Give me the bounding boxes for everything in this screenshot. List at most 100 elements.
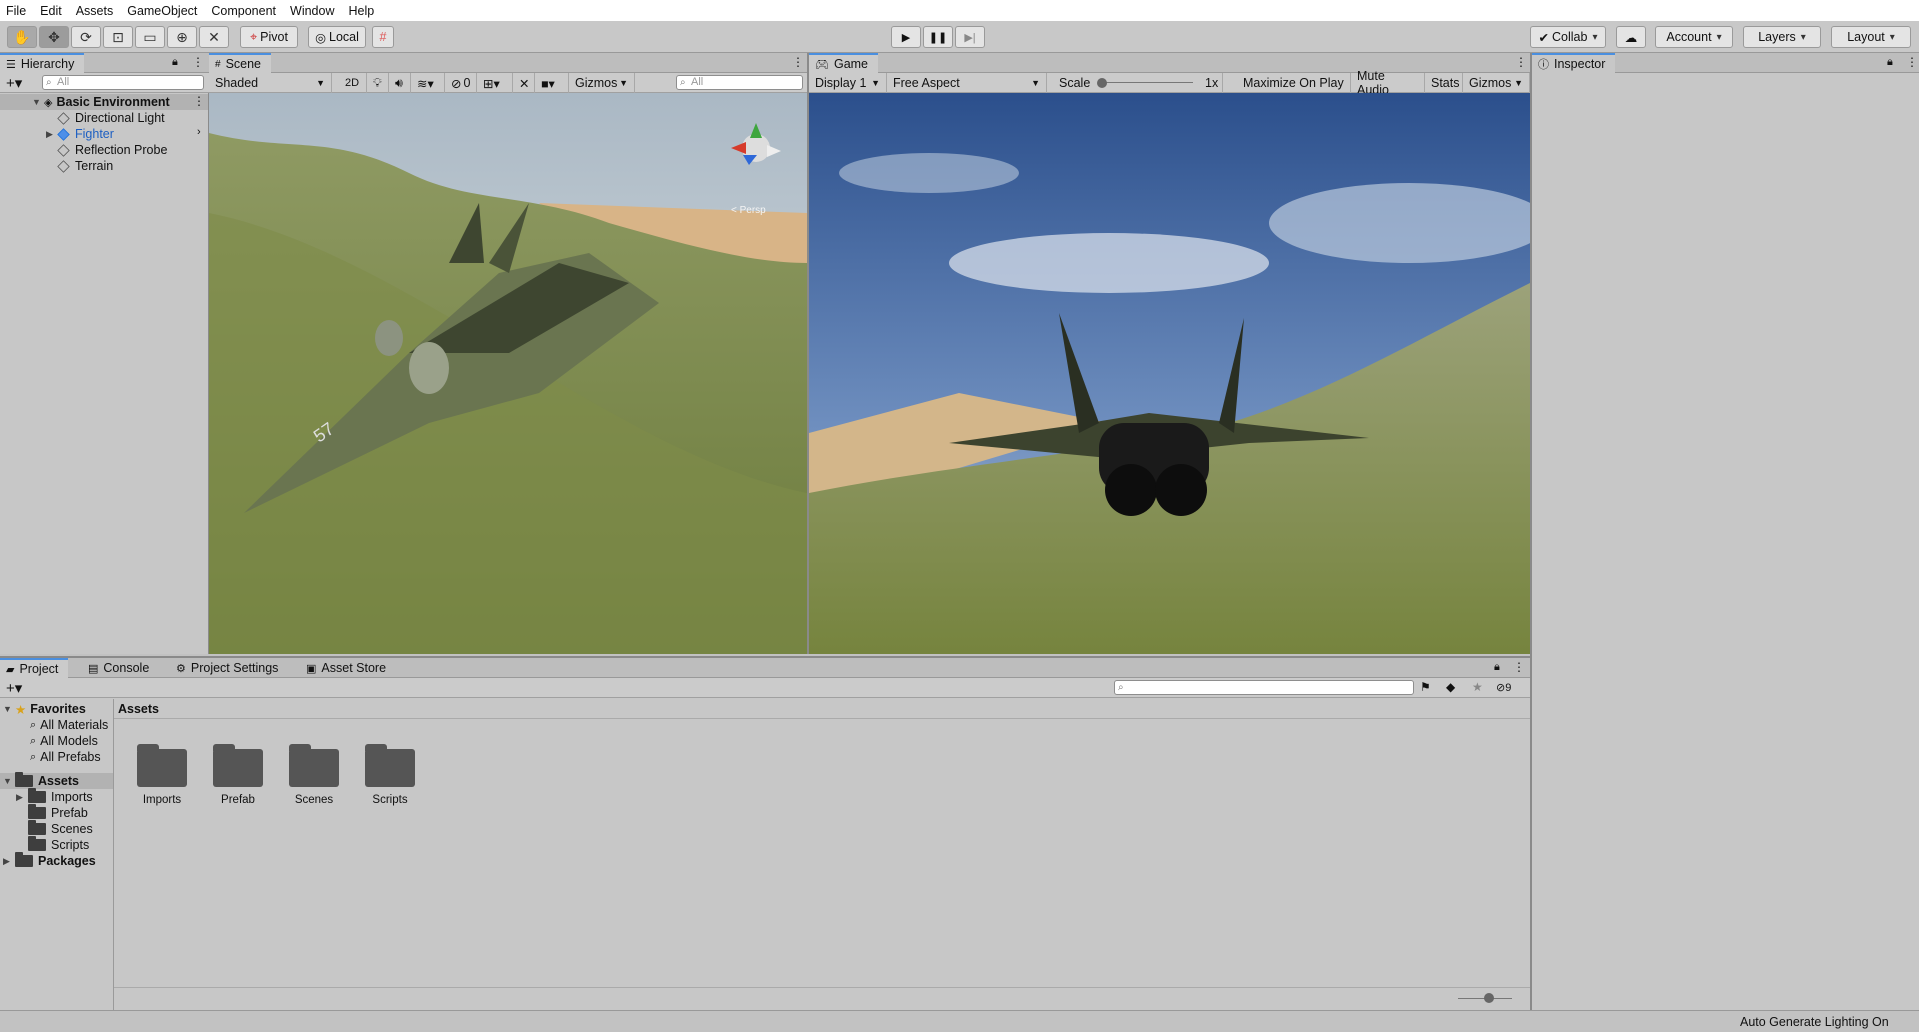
menu-file[interactable]: File	[6, 4, 26, 18]
account-dropdown[interactable]: Account	[1655, 26, 1733, 48]
breadcrumb-assets[interactable]: Assets	[118, 702, 159, 716]
dropdown-arrow-icon: ▼	[1514, 78, 1523, 88]
lock-icon[interactable]: 🔒︎	[172, 56, 178, 69]
tree-folder-scenes[interactable]: Scenes	[28, 820, 93, 837]
pause-button[interactable]: ❚❚	[923, 26, 953, 48]
scale-tool-button[interactable]: ⊡	[103, 26, 133, 48]
transform-tool-button[interactable]: ⊕	[167, 26, 197, 48]
favorite-all-models[interactable]: ⌕ All Models	[30, 733, 98, 749]
hidden-count: 0	[463, 76, 471, 90]
move-tool-button[interactable]: ✥	[39, 26, 69, 48]
menu-help[interactable]: Help	[348, 4, 374, 18]
tab-project-settings[interactable]: ⚙ Project Settings	[170, 658, 288, 678]
gameobject-icon	[57, 143, 70, 157]
tree-folder-imports[interactable]: ▶ Imports	[16, 788, 93, 805]
more-menu-icon[interactable]: ⋮	[792, 55, 804, 69]
tab-console[interactable]: ▤ Console	[82, 658, 159, 678]
cloud-button[interactable]: ☁	[1616, 26, 1646, 48]
more-menu-icon[interactable]: ⋮	[192, 55, 204, 69]
collab-dropdown[interactable]: ✔ Collab	[1530, 26, 1606, 48]
camera-dropdown[interactable]: ■▾	[535, 73, 569, 93]
menu-window[interactable]: Window	[290, 4, 334, 18]
favorite-all-materials[interactable]: ⌕ All Materials	[30, 717, 108, 733]
layout-dropdown[interactable]: Layout	[1831, 26, 1911, 48]
hierarchy-item-terrain[interactable]: Terrain	[57, 158, 113, 174]
display-dropdown[interactable]: Display 1 ▼	[809, 73, 887, 93]
2d-toggle[interactable]: 2D	[339, 73, 367, 93]
hierarchy-tab-label: Hierarchy	[20, 57, 75, 71]
scale-slider[interactable]: Scale 1x	[1053, 73, 1223, 93]
chevron-right-icon[interactable]: ›	[197, 126, 201, 138]
more-menu-icon[interactable]: ⋮	[1513, 660, 1525, 674]
mute-audio-toggle[interactable]: Mute Audio	[1351, 69, 1425, 97]
local-toggle[interactable]: ◎ Local	[308, 26, 366, 48]
hidden-objects-toggle[interactable]: ⊘ 0	[445, 73, 477, 93]
assets-root-row[interactable]: ▼ Assets	[3, 772, 79, 789]
grid-snap-button[interactable]: #	[372, 26, 394, 48]
game-viewport[interactable]	[809, 93, 1530, 654]
project-search-input[interactable]: ⌕	[1114, 680, 1414, 695]
tab-hierarchy[interactable]: ☰ Hierarchy	[0, 53, 85, 73]
lighting-toggle[interactable]: 💡︎	[367, 73, 389, 93]
menu-gameobject[interactable]: GameObject	[127, 4, 197, 18]
scene-menu-icon[interactable]: ⋮	[193, 94, 205, 108]
maximize-on-play-toggle[interactable]: Maximize On Play	[1237, 73, 1351, 93]
stats-toggle[interactable]: Stats	[1425, 73, 1463, 93]
filter-by-type-icon[interactable]: ⚑	[1420, 680, 1431, 694]
favorite-all-prefabs[interactable]: ⌕ All Prefabs	[30, 749, 101, 765]
pivot-toggle[interactable]: ⌖ Pivot	[240, 26, 298, 48]
packages-row[interactable]: ▶ Packages	[3, 852, 96, 869]
step-button[interactable]: ▶|	[955, 26, 985, 48]
hierarchy-item-fighter[interactable]: ▶ Fighter	[46, 126, 114, 142]
tab-asset-store[interactable]: ▣ Asset Store	[300, 658, 396, 678]
rect-tool-button[interactable]: ▭	[135, 26, 165, 48]
tools-icon: ✕	[519, 76, 530, 91]
shading-dropdown[interactable]: Shaded ▼	[209, 73, 332, 93]
play-button[interactable]: ▶	[891, 26, 921, 48]
hidden-packages-toggle[interactable]: ⊘9	[1496, 681, 1511, 694]
scene-search-input[interactable]: ⌕ All	[676, 75, 803, 90]
more-menu-icon[interactable]: ⋮	[1515, 55, 1527, 69]
scene-root-row[interactable]: ▼ ◈ Basic Environment	[32, 94, 170, 110]
menu-component[interactable]: Component	[211, 4, 276, 18]
scene-viewport[interactable]: 57 < Persp	[209, 93, 807, 654]
game-gizmos-dropdown[interactable]: Gizmos ▼	[1463, 73, 1530, 93]
tab-inspector[interactable]: ⓘ Inspector	[1532, 53, 1616, 73]
scale-slider-thumb[interactable]	[1097, 78, 1107, 88]
hierarchy-search-input[interactable]: ⌕ All	[42, 75, 204, 90]
tab-game[interactable]: 🎮︎ Game	[809, 53, 879, 73]
hierarchy-item-reflection-probe[interactable]: Reflection Probe	[57, 142, 167, 158]
lock-icon[interactable]: 🔒︎	[1887, 56, 1893, 69]
grid-folder-scripts[interactable]: Scripts	[342, 719, 432, 809]
tree-folder-prefab[interactable]: Prefab	[28, 804, 88, 821]
add-icon[interactable]: +▾	[6, 74, 22, 92]
tools-toggle[interactable]: ✕	[513, 73, 535, 93]
aspect-dropdown[interactable]: Free Aspect ▼	[887, 73, 1047, 93]
custom-tool-button[interactable]: ✕	[199, 26, 229, 48]
persp-label[interactable]: < Persp	[731, 205, 766, 216]
hierarchy-item-directional-light[interactable]: Directional Light	[57, 110, 165, 126]
packages-label: Packages	[38, 854, 96, 868]
favorite-star-icon[interactable]: ★	[1472, 680, 1483, 694]
tab-project[interactable]: ▰ Project	[0, 658, 69, 678]
menu-edit[interactable]: Edit	[40, 4, 62, 18]
favorites-label: Favorites	[30, 702, 86, 716]
auto-lighting-status[interactable]: Auto Generate Lighting On	[1740, 1015, 1889, 1029]
audio-toggle[interactable]: 🔊︎	[389, 73, 411, 93]
grid-dropdown[interactable]: ⊞▾	[477, 73, 513, 93]
favorites-row[interactable]: ▼ ★ Favorites	[3, 701, 86, 717]
tab-scene[interactable]: # Scene	[209, 53, 272, 73]
scene-gizmos-dropdown[interactable]: Gizmos ▼	[569, 73, 635, 93]
tree-folder-scripts[interactable]: Scripts	[28, 836, 89, 853]
add-icon[interactable]: +▾	[6, 679, 22, 697]
lock-icon[interactable]: 🔒︎	[1494, 661, 1500, 674]
layers-dropdown[interactable]: Layers	[1743, 26, 1821, 48]
more-menu-icon[interactable]: ⋮	[1906, 55, 1918, 69]
icon-size-slider-thumb[interactable]	[1484, 993, 1494, 1003]
rotate-tool-button[interactable]: ⟳	[71, 26, 101, 48]
effects-dropdown[interactable]: ≋▾	[411, 73, 445, 93]
menu-assets[interactable]: Assets	[76, 4, 114, 18]
hand-tool-button[interactable]: ✋	[7, 26, 37, 48]
2d-label: 2D	[345, 77, 360, 89]
filter-by-label-icon[interactable]: ◆	[1446, 680, 1455, 694]
